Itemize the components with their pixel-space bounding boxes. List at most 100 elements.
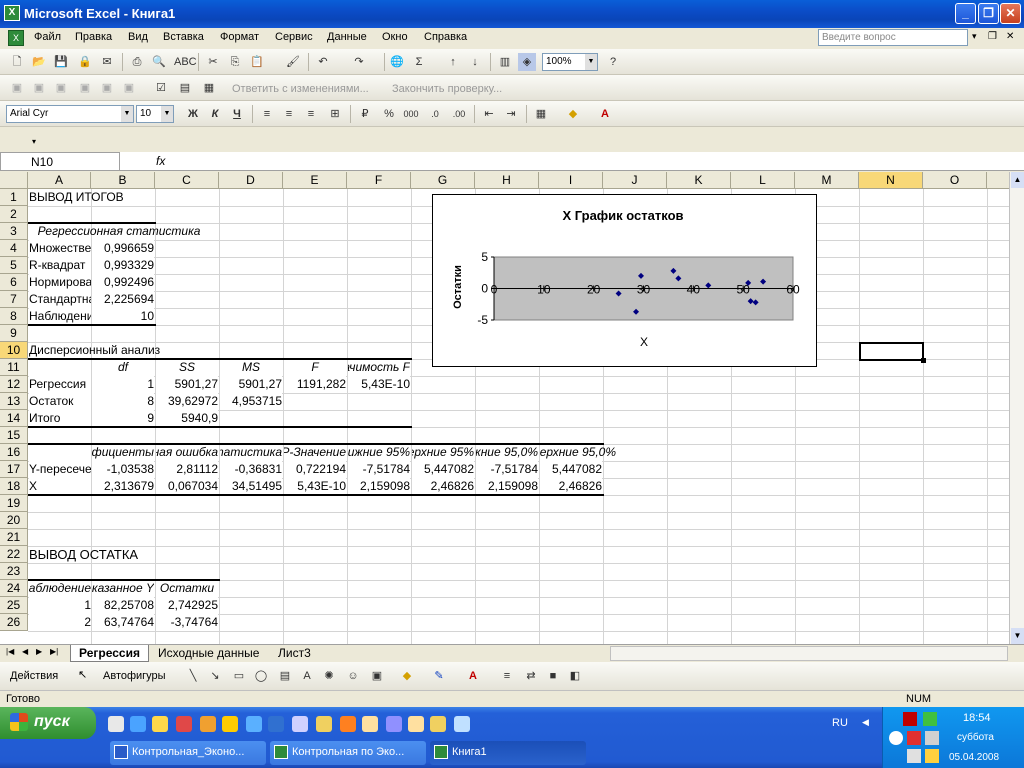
cell-c16[interactable]: Стандартная ошибка xyxy=(156,444,218,461)
col-header-b[interactable]: B xyxy=(91,172,155,189)
thousands-icon[interactable]: 000 xyxy=(402,105,420,123)
sheet-tab-source-data[interactable]: Исходные данные xyxy=(152,645,265,662)
cell-c17[interactable]: 2,81112 xyxy=(156,461,218,478)
row-header[interactable]: 17 xyxy=(0,461,28,478)
cell-a14[interactable]: Итого xyxy=(29,410,91,427)
cell-i18[interactable]: 2,46826 xyxy=(540,478,602,495)
currency-icon[interactable]: ₽ xyxy=(356,105,374,123)
col-header-j[interactable]: J xyxy=(603,172,667,189)
track-changes-icon[interactable]: ☑ xyxy=(152,79,170,97)
cell-b6[interactable]: 0,992496 xyxy=(92,274,154,291)
quicklaunch-icon-8[interactable] xyxy=(268,716,284,732)
cell-a17[interactable]: Y-пересечение xyxy=(29,461,91,478)
row-header[interactable]: 5 xyxy=(0,257,28,274)
prev-sheet-icon[interactable]: ◀ xyxy=(22,647,28,656)
scroll-up-icon[interactable]: ▲ xyxy=(1011,172,1024,188)
row-header[interactable]: 11 xyxy=(0,359,28,376)
quicklaunch-icon-5[interactable] xyxy=(200,716,216,732)
row-header[interactable]: 19 xyxy=(0,495,28,512)
permission-icon[interactable]: 🔒 xyxy=(76,53,94,71)
cell-d12[interactable]: 5901,27 xyxy=(220,376,282,393)
font-color-draw-icon[interactable]: A xyxy=(464,667,482,685)
select-objects-icon[interactable]: ↖ xyxy=(78,668,87,681)
cell-h16[interactable]: Нижние 95,0% xyxy=(476,444,538,461)
ask-question-input[interactable]: Введите вопрос xyxy=(818,29,968,46)
row-header[interactable]: 13 xyxy=(0,393,28,410)
doc-restore-icon[interactable]: ❐ xyxy=(988,31,997,42)
cell-b4[interactable]: 0,996659 xyxy=(92,240,154,257)
actions-menu[interactable]: Действия xyxy=(10,670,58,682)
cell-a10[interactable]: Дисперсионный анализ xyxy=(29,342,229,359)
row-header[interactable]: 20 xyxy=(0,512,28,529)
cell-e12[interactable]: 1191,282 xyxy=(284,376,346,393)
format-painter-icon[interactable]: 🖌 xyxy=(284,53,302,71)
formula-bar[interactable]: ▼ fx xyxy=(0,152,1024,171)
col-header-n[interactable]: N xyxy=(859,172,923,189)
line-icon[interactable]: ╲ xyxy=(184,667,202,685)
cell-h17[interactable]: -7,51784 xyxy=(476,461,538,478)
cell-c14[interactable]: 5940,9 xyxy=(156,410,218,427)
review-icon-5[interactable]: ▣ xyxy=(98,79,116,97)
decrease-decimal-icon[interactable]: .00 xyxy=(450,105,468,123)
col-header-d[interactable]: D xyxy=(219,172,283,189)
first-sheet-icon[interactable]: |◀ xyxy=(6,647,14,656)
cell-b16[interactable]: Коэффициенты xyxy=(92,444,154,461)
increase-indent-icon[interactable]: ⇥ xyxy=(502,105,520,123)
quicklaunch-icon-13[interactable] xyxy=(386,716,402,732)
new-icon[interactable]: 🗋 xyxy=(8,53,26,71)
col-header-o[interactable]: O xyxy=(923,172,987,189)
cell-b5[interactable]: 0,993329 xyxy=(92,257,154,274)
cell-a8[interactable]: Наблюдения xyxy=(29,308,91,325)
cell-g17[interactable]: 5,447082 xyxy=(412,461,474,478)
review-icon-4[interactable]: ▣ xyxy=(76,79,94,97)
cell-e11[interactable]: F xyxy=(284,359,346,376)
cell-b24[interactable]: Предсказанное Y xyxy=(92,580,154,597)
borders-icon[interactable]: ▦ xyxy=(532,105,550,123)
cell-i16[interactable]: Верхние 95,0% xyxy=(540,444,616,461)
horizontal-scrollbar[interactable] xyxy=(610,646,1008,661)
task-word-1[interactable]: Контрольная_Эконо... xyxy=(110,741,266,765)
clock-time[interactable]: 18:54 xyxy=(963,712,991,724)
close-button[interactable]: ✕ xyxy=(1000,3,1021,24)
sheet-tab-list3[interactable]: Лист3 xyxy=(272,645,317,662)
quicklaunch-icon-9[interactable] xyxy=(292,716,308,732)
sort-ascending-icon[interactable]: ↑ xyxy=(444,53,462,71)
cell-a13[interactable]: Остаток xyxy=(29,393,91,410)
row-header[interactable]: 6 xyxy=(0,274,28,291)
quicklaunch-icon-12[interactable] xyxy=(362,716,378,732)
cell-e18[interactable]: 5,43E-10 xyxy=(284,478,346,495)
decrease-indent-icon[interactable]: ⇤ xyxy=(480,105,498,123)
share-icon[interactable]: ▦ xyxy=(200,79,218,97)
tray-kaspersky-icon[interactable] xyxy=(903,712,917,726)
doc-minimize-icon[interactable]: ▾ xyxy=(972,31,977,42)
row-header[interactable]: 26 xyxy=(0,614,28,631)
cell-d13[interactable]: 4,953715 xyxy=(220,393,282,410)
cell-a22[interactable]: ВЫВОД ОСТАТКА xyxy=(29,546,229,563)
save-icon[interactable]: 💾 xyxy=(52,53,70,71)
quicklaunch-icon-16[interactable] xyxy=(454,716,470,732)
font-color-icon[interactable]: A xyxy=(596,105,614,123)
row-header[interactable]: 23 xyxy=(0,563,28,580)
row-header[interactable]: 12 xyxy=(0,376,28,393)
col-header-f[interactable]: F xyxy=(347,172,411,189)
spelling-icon[interactable]: ABC xyxy=(174,53,197,71)
row-header[interactable]: 16 xyxy=(0,444,28,461)
cell-f18[interactable]: 2,159098 xyxy=(348,478,410,495)
font-select[interactable]: Arial Cyr ▼ xyxy=(6,105,134,123)
cell-c26[interactable]: -3,74764 xyxy=(156,614,218,631)
quicklaunch-icon-7[interactable] xyxy=(246,716,262,732)
cell-c18[interactable]: 0,067034 xyxy=(156,478,218,495)
cell-b12[interactable]: 1 xyxy=(92,376,154,393)
cell-b26[interactable]: 63,74764 xyxy=(92,614,154,631)
menu-data[interactable]: Данные xyxy=(327,31,367,43)
cell-a18[interactable]: X xyxy=(29,478,91,495)
cell-b14[interactable]: 9 xyxy=(92,410,154,427)
row-header[interactable]: 3 xyxy=(0,223,28,240)
cell-h18[interactable]: 2,159098 xyxy=(476,478,538,495)
fill-color-icon[interactable]: ◆ xyxy=(564,105,582,123)
cell-a1[interactable]: ВЫВОД ИТОГОВ xyxy=(29,189,229,206)
row-header[interactable]: 7 xyxy=(0,291,28,308)
cell-a26[interactable]: 2 xyxy=(29,614,91,631)
cell-a3[interactable]: Регрессионная статистика xyxy=(29,223,209,240)
underline-icon[interactable]: Ч xyxy=(228,105,246,123)
